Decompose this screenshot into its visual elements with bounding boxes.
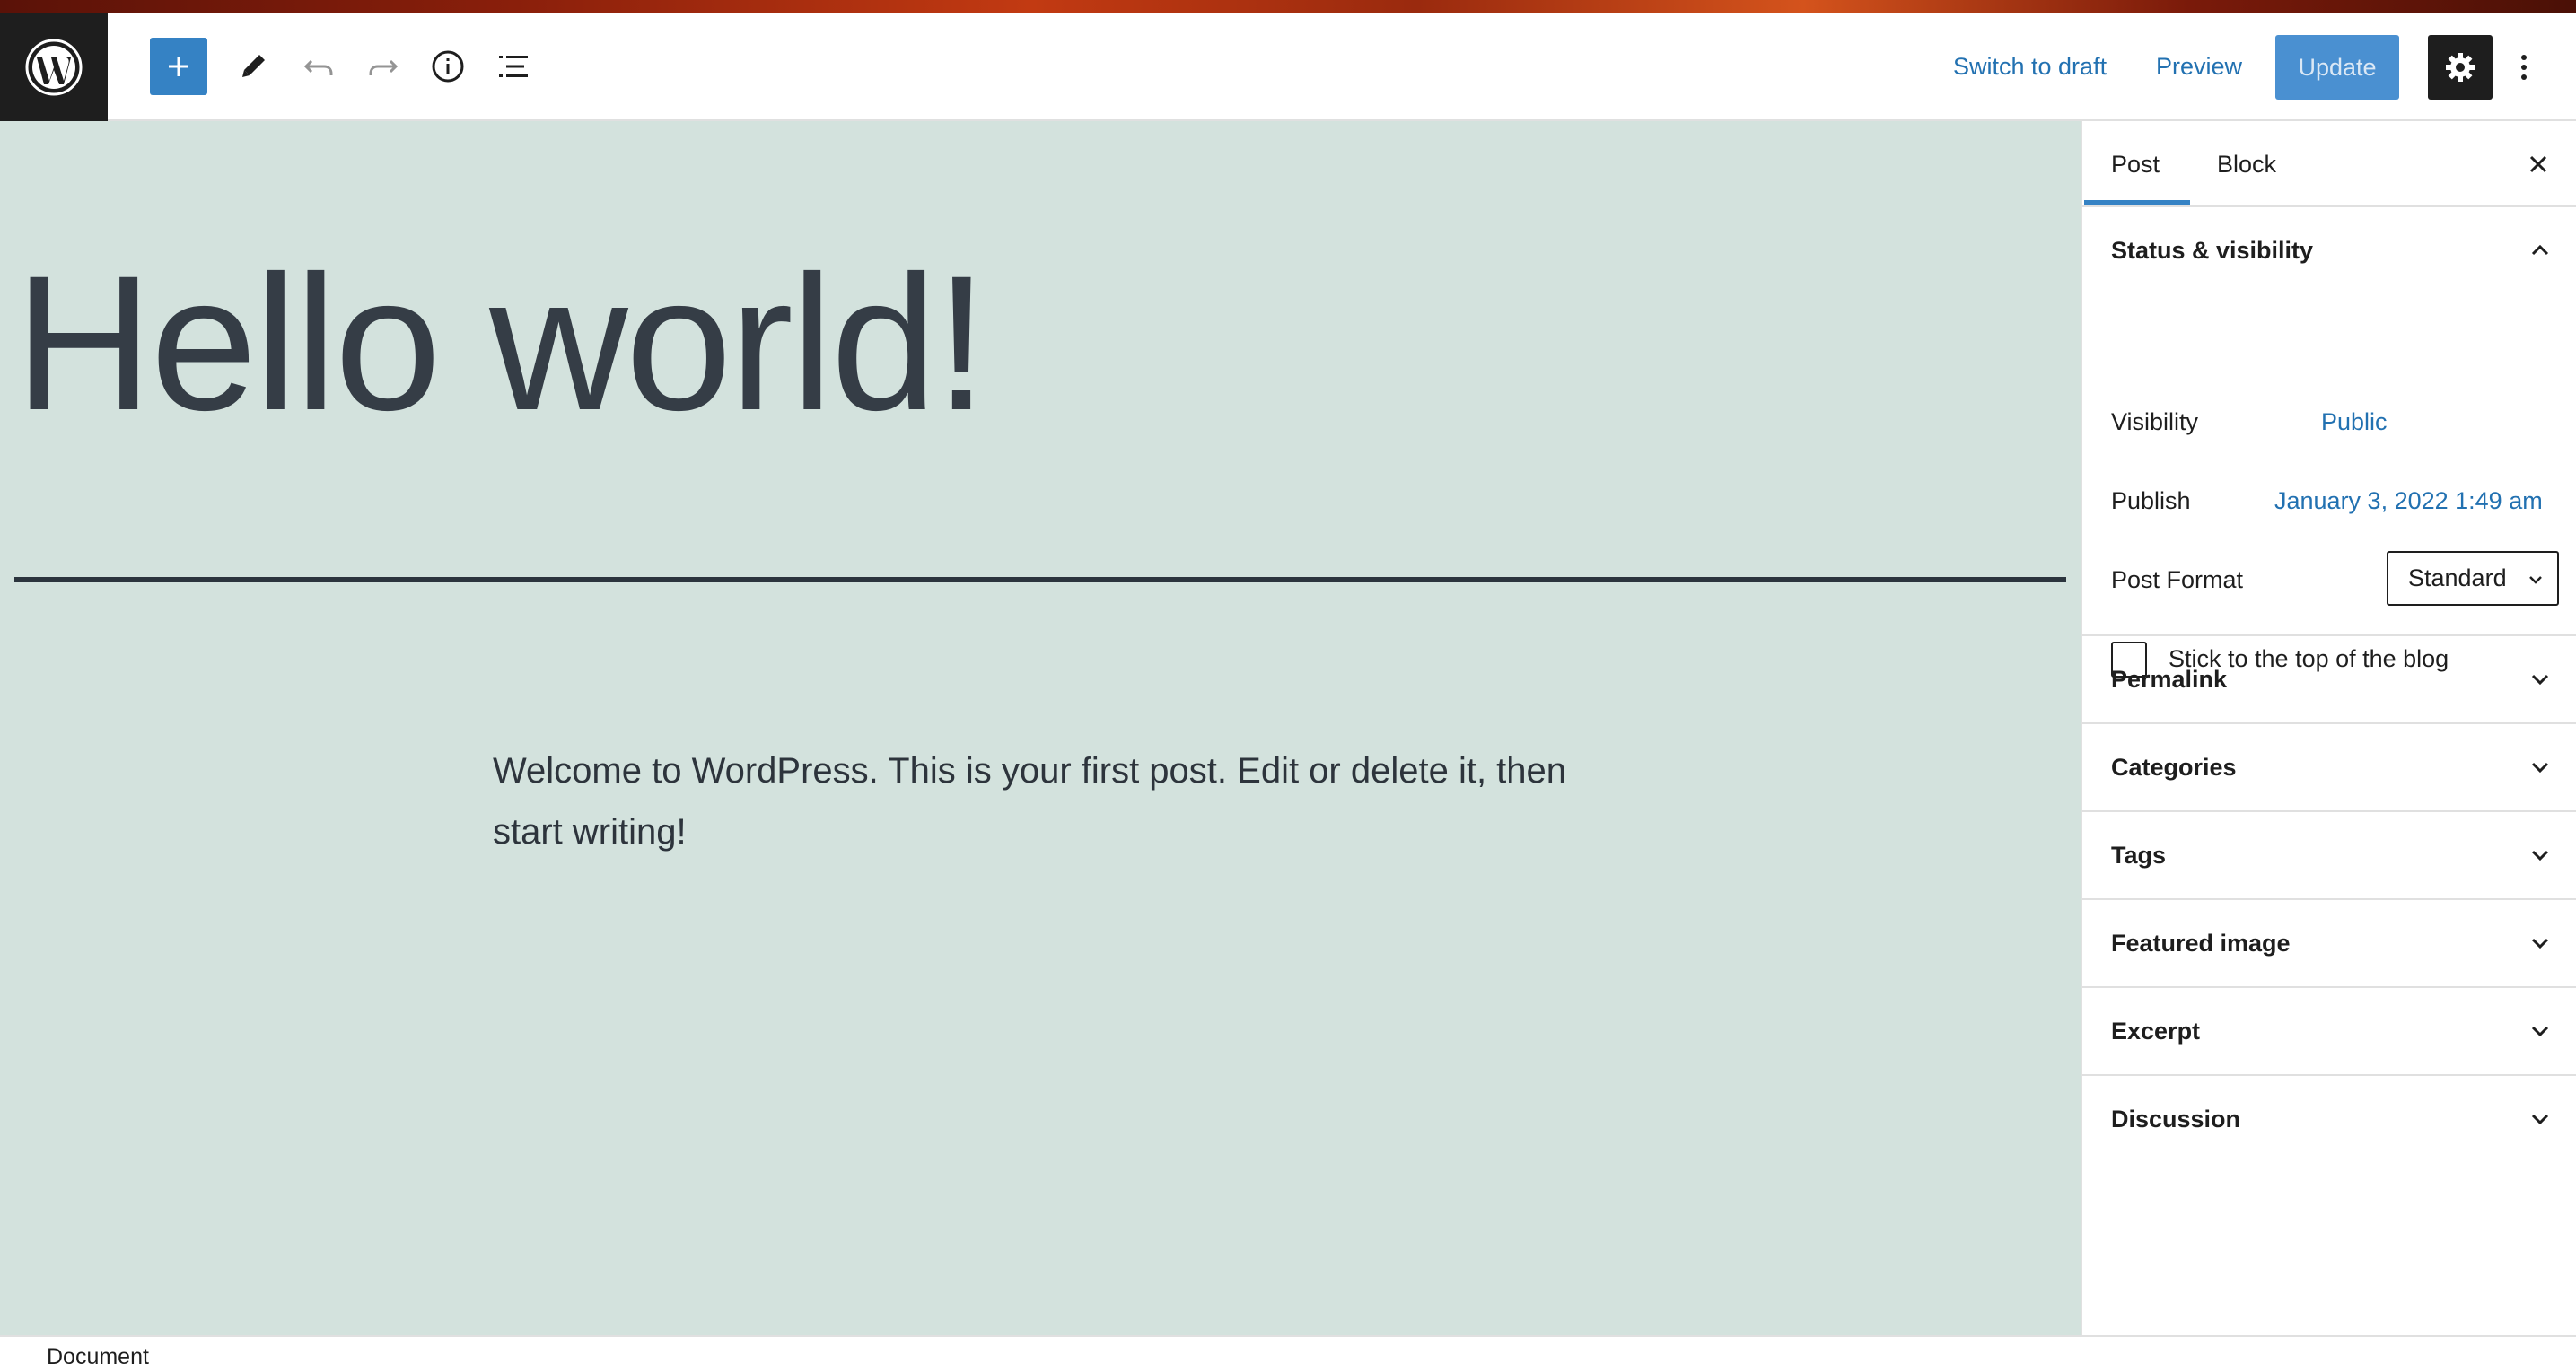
permalink-panel[interactable]: Permalink xyxy=(2082,636,2576,724)
chevron-down-icon xyxy=(2529,1020,2551,1042)
update-button[interactable]: Update xyxy=(2275,35,2399,100)
tab-post[interactable]: Post xyxy=(2111,121,2160,207)
block-breadcrumb-bar: Document xyxy=(0,1335,2576,1364)
panel-title: Tags xyxy=(2111,841,2167,869)
editor-header: Switch to draft Preview Update xyxy=(0,13,2576,121)
chevron-down-icon xyxy=(2529,576,2542,584)
preview-button[interactable]: Preview xyxy=(2156,38,2242,95)
redo-icon xyxy=(369,59,399,75)
panel-title: Permalink xyxy=(2111,665,2228,693)
info-icon xyxy=(432,50,464,83)
tools-button[interactable] xyxy=(224,38,282,95)
discussion-panel[interactable]: Discussion xyxy=(2082,1076,2576,1164)
panel-title: Status & visibility xyxy=(2111,236,2314,264)
settings-sidebar: Post Block Status & visibility Visibilit… xyxy=(2081,121,2576,1335)
publish-label: Publish xyxy=(2111,487,2191,514)
plus-icon xyxy=(169,57,188,76)
switch-to-draft-button[interactable]: Switch to draft xyxy=(1953,38,2107,95)
panel-title: Categories xyxy=(2111,753,2237,781)
chevron-down-icon xyxy=(2529,756,2551,778)
post-format-select[interactable]: Standard xyxy=(2387,551,2559,606)
publish-date-value[interactable]: January 3, 2022 1:49 am xyxy=(2274,487,2543,515)
editor-canvas: Hello world! Welcome to WordPress. This … xyxy=(0,121,2081,1335)
more-vertical-icon xyxy=(2521,55,2527,80)
list-view-icon xyxy=(499,56,528,77)
chevron-down-icon xyxy=(2529,844,2551,866)
post-title[interactable]: Hello world! xyxy=(14,238,2061,450)
featured-image-panel[interactable]: Featured image xyxy=(2082,900,2576,988)
visibility-value[interactable]: Public xyxy=(2321,408,2388,436)
settings-button[interactable] xyxy=(2428,35,2493,100)
chevron-down-icon xyxy=(2529,669,2551,690)
pencil-icon xyxy=(242,55,265,77)
tab-block[interactable]: Block xyxy=(2217,121,2276,207)
status-visibility-toggle[interactable]: Status & visibility xyxy=(2082,207,2576,293)
undo-icon xyxy=(303,59,333,75)
categories-panel[interactable]: Categories xyxy=(2082,724,2576,812)
redo-button[interactable] xyxy=(355,38,412,95)
options-button[interactable] xyxy=(2504,35,2544,100)
status-visibility-panel: Status & visibility Visibility Public Pu… xyxy=(2082,207,2576,678)
close-settings-button[interactable] xyxy=(2517,143,2560,186)
wordpress-logo-button[interactable] xyxy=(0,13,108,121)
panel-title: Excerpt xyxy=(2111,1017,2201,1045)
tags-panel[interactable]: Tags xyxy=(2082,812,2576,900)
sidebar-tabs: Post Block xyxy=(2082,121,2576,207)
breadcrumb-document[interactable]: Document xyxy=(47,1344,149,1364)
wordpress-logo-icon xyxy=(25,39,83,95)
excerpt-panel[interactable]: Excerpt xyxy=(2082,988,2576,1076)
paragraph-block[interactable]: Welcome to WordPress. This is your first… xyxy=(493,740,1615,862)
visibility-label: Visibility xyxy=(2111,408,2199,435)
add-block-button[interactable] xyxy=(150,38,207,95)
panel-title: Featured image xyxy=(2111,929,2291,957)
post-format-value: Standard xyxy=(2408,564,2507,591)
admin-background-strip xyxy=(0,0,2576,13)
chevron-up-icon xyxy=(2529,240,2551,261)
gear-icon xyxy=(2446,53,2475,82)
panel-title: Discussion xyxy=(2111,1105,2241,1132)
separator-block[interactable] xyxy=(14,577,2066,582)
chevron-down-icon xyxy=(2529,932,2551,954)
post-format-label: Post Format xyxy=(2111,566,2244,593)
chevron-down-icon xyxy=(2529,1108,2551,1130)
undo-button[interactable] xyxy=(290,38,347,95)
details-button[interactable] xyxy=(419,38,477,95)
active-tab-indicator xyxy=(2084,200,2190,205)
list-view-button[interactable] xyxy=(485,38,542,95)
close-icon xyxy=(2529,155,2547,173)
